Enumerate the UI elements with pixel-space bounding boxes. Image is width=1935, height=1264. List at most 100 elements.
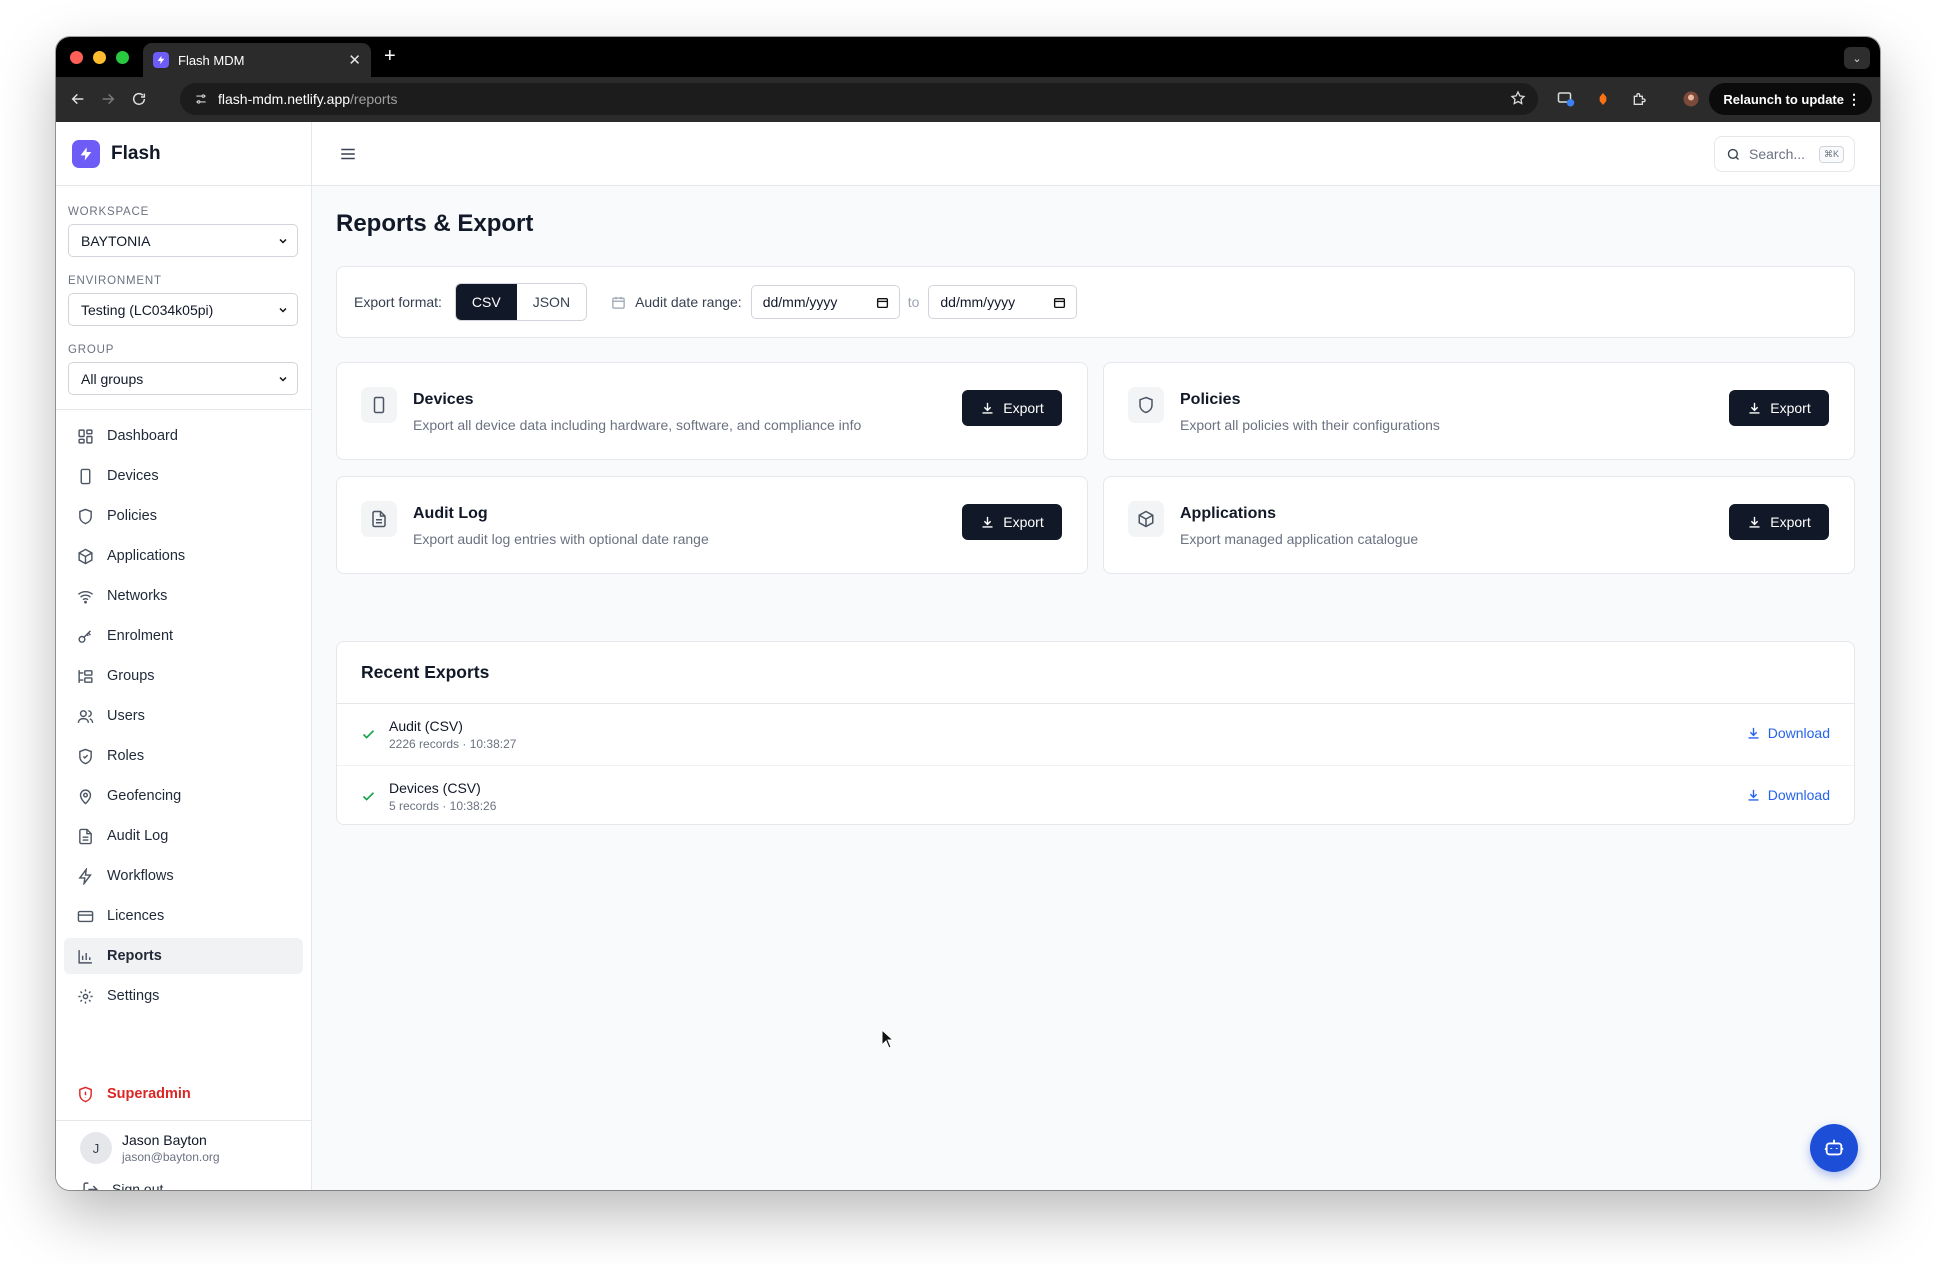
- logout-icon: [80, 1179, 100, 1190]
- export-policies-button[interactable]: Export: [1729, 390, 1829, 426]
- phone-icon: [361, 387, 397, 423]
- chevron-down-icon: [277, 303, 289, 319]
- close-window-button[interactable]: [70, 51, 83, 64]
- sidebar-item-groups[interactable]: Groups: [64, 658, 303, 694]
- download-link[interactable]: Download: [1746, 725, 1830, 741]
- date-picker-icon[interactable]: [876, 296, 889, 312]
- export-card-applications: Applications Export managed application …: [1103, 476, 1855, 574]
- workspace-label: WORKSPACE: [68, 206, 150, 218]
- card-description: Export audit log entries with optional d…: [413, 531, 709, 547]
- grid-icon: [75, 426, 95, 446]
- bookmark-star-icon[interactable]: [1510, 90, 1526, 109]
- export-filters: Export format: CSV JSON Audit date range…: [336, 266, 1855, 338]
- sidebar-item-reports[interactable]: Reports: [64, 938, 303, 974]
- sidebar-item-label: Groups: [107, 668, 155, 684]
- sidebar-item-label: Licences: [107, 908, 165, 924]
- download-link[interactable]: Download: [1746, 787, 1830, 803]
- brand[interactable]: Flash: [56, 122, 311, 186]
- sidebar-item-enrolment[interactable]: Enrolment: [64, 618, 303, 654]
- sidebar-item-settings[interactable]: Settings: [64, 978, 303, 1014]
- download-icon: [1746, 788, 1761, 803]
- sign-out-label: Sign out: [112, 1181, 164, 1190]
- browser-tab[interactable]: Flash MDM ✕: [143, 43, 371, 77]
- recent-exports-panel: Recent Exports Audit (CSV) 2226 records …: [336, 641, 1855, 825]
- bar-chart-icon: [75, 946, 95, 966]
- sidebar-item-label: Workflows: [107, 868, 174, 884]
- calendar-icon: [611, 294, 627, 310]
- extension-cast-icon[interactable]: [1556, 89, 1576, 109]
- sidebar-item-superadmin[interactable]: Superadmin: [64, 1079, 304, 1109]
- environment-select[interactable]: Testing (LC034k05pi): [68, 293, 298, 326]
- sidebar-item-geofencing[interactable]: Geofencing: [64, 778, 303, 814]
- date-to-value: dd/mm/yyyy: [940, 294, 1016, 310]
- site-info-icon[interactable]: [194, 92, 208, 106]
- sidebar-item-audit-log[interactable]: Audit Log: [64, 818, 303, 854]
- sidebar-item-label: Enrolment: [107, 628, 174, 644]
- profile-avatar-icon[interactable]: [1681, 89, 1701, 109]
- maximize-window-button[interactable]: [116, 51, 129, 64]
- relaunch-to-update-button[interactable]: Relaunch to update ⋮: [1709, 83, 1872, 115]
- group-value: All groups: [81, 370, 144, 387]
- format-json-button[interactable]: JSON: [516, 284, 587, 320]
- url-path: /reports: [350, 91, 398, 107]
- sidebar-item-workflows[interactable]: Workflows: [64, 858, 303, 894]
- format-csv-button[interactable]: CSV: [455, 284, 517, 320]
- relaunch-label: Relaunch to update: [1723, 91, 1844, 107]
- assistant-bot-button[interactable]: [1810, 1124, 1858, 1172]
- sidebar-divider: [56, 1120, 311, 1121]
- date-from-input[interactable]: dd/mm/yyyy: [750, 285, 900, 319]
- sidebar-item-roles[interactable]: Roles: [64, 738, 303, 774]
- sign-out-button[interactable]: Sign out: [80, 1179, 163, 1190]
- sidebar-item-users[interactable]: Users: [64, 698, 303, 734]
- sidebar-item-dashboard[interactable]: Dashboard: [64, 418, 303, 454]
- browser-tabbar: Flash MDM ✕ + ⌄: [56, 37, 1880, 77]
- flash-favicon-icon: [153, 52, 169, 68]
- export-audit-log-button[interactable]: Export: [962, 504, 1062, 540]
- tab-search-icon[interactable]: ⌄: [1844, 47, 1870, 69]
- new-tab-icon[interactable]: +: [384, 45, 396, 68]
- shield-check-icon: [75, 746, 95, 766]
- sidebar-item-devices[interactable]: Devices: [64, 458, 303, 494]
- download-icon: [980, 401, 995, 416]
- date-to-input[interactable]: dd/mm/yyyy: [928, 285, 1078, 319]
- bot-icon: [1823, 1137, 1845, 1159]
- sidebar-item-label: Policies: [107, 508, 157, 524]
- reload-icon[interactable]: [127, 87, 151, 111]
- tab-close-icon[interactable]: ✕: [348, 51, 361, 69]
- back-icon[interactable]: [66, 87, 90, 111]
- export-label: Export: [1003, 514, 1044, 530]
- shield-icon: [1128, 387, 1164, 423]
- export-card-devices: Devices Export all device data including…: [336, 362, 1088, 460]
- card-description: Export managed application catalogue: [1180, 531, 1419, 547]
- export-applications-button[interactable]: Export: [1729, 504, 1829, 540]
- format-toggle: CSV JSON: [454, 283, 588, 321]
- minimize-window-button[interactable]: [93, 51, 106, 64]
- forward-icon[interactable]: [96, 87, 120, 111]
- user-profile[interactable]: J Jason Bayton jason@bayton.org: [80, 1132, 220, 1164]
- search-input[interactable]: Search... ⌘K: [1714, 136, 1855, 172]
- sidebar-item-policies[interactable]: Policies: [64, 498, 303, 534]
- date-picker-icon[interactable]: [1053, 296, 1066, 312]
- export-devices-button[interactable]: Export: [962, 390, 1062, 426]
- export-meta: 5 records · 10:38:26: [389, 799, 497, 813]
- address-bar[interactable]: flash-mdm.netlify.app/reports: [180, 83, 1538, 115]
- url-host: flash-mdm.netlify.app: [218, 91, 351, 107]
- workspace-select[interactable]: BAYTONIA: [68, 224, 298, 257]
- sidebar-item-label: Users: [107, 708, 145, 724]
- extension-fox-icon[interactable]: [1593, 89, 1613, 109]
- menu-toggle-icon[interactable]: [337, 143, 359, 165]
- sidebar-item-label: Settings: [107, 988, 160, 1004]
- bolt-icon: [75, 866, 95, 886]
- sidebar-item-networks[interactable]: Networks: [64, 578, 303, 614]
- sidebar-item-applications[interactable]: Applications: [64, 538, 303, 574]
- user-name: Jason Bayton: [122, 1132, 207, 1148]
- file-icon: [361, 501, 397, 537]
- check-icon: [361, 727, 376, 747]
- key-icon: [75, 626, 95, 646]
- sidebar-item-licences[interactable]: Licences: [64, 898, 303, 934]
- app-root: Flash WORKSPACE BAYTONIA ENVIRONMENT Tes…: [56, 122, 1880, 1190]
- group-select[interactable]: All groups: [68, 362, 298, 395]
- user-email: jason@bayton.org: [122, 1150, 220, 1164]
- extensions-puzzle-icon[interactable]: [1629, 89, 1649, 109]
- sidebar-item-label: Devices: [107, 468, 159, 484]
